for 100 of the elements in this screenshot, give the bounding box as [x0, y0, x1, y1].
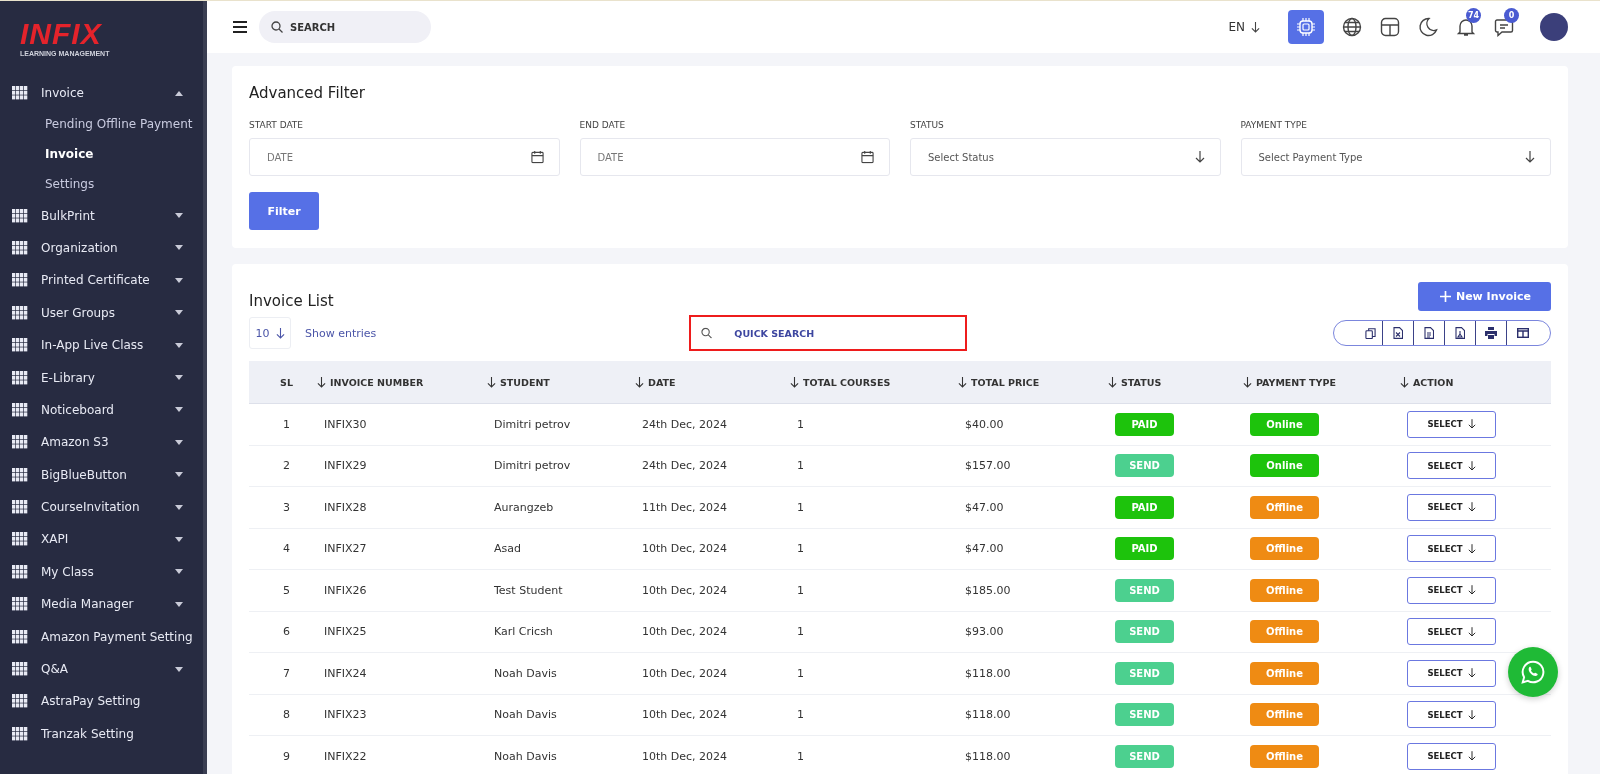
table-cell-text: Noah Davis: [494, 749, 558, 763]
table-cell-text: 10th Dec, 2024: [642, 583, 729, 597]
user-avatar[interactable]: [1540, 13, 1568, 41]
down-arrow-icon: [1467, 460, 1476, 471]
quick-search-field[interactable]: QUICK SEARCH: [689, 315, 968, 351]
sidebar-item[interactable]: AstraPay Setting: [0, 685, 203, 718]
caret-icon[interactable]: [175, 342, 183, 348]
date-field[interactable]: DATE: [249, 138, 560, 176]
action-select-button[interactable]: SELECT: [1407, 659, 1496, 687]
field-label: PAYMENT TYPE: [1240, 120, 1308, 130]
sidebar-item[interactable]: Organization: [0, 231, 203, 265]
table-cell-text: Dimitri petrov: [494, 459, 572, 473]
action-select-button[interactable]: SELECT: [1407, 576, 1496, 604]
chat-icon[interactable]: [1494, 17, 1514, 37]
moon-icon[interactable]: [1418, 17, 1438, 37]
table-cell-text: $47.00: [965, 500, 1005, 514]
action-select-button[interactable]: SELECT: [1407, 618, 1496, 646]
sidebar-item[interactable]: E-Library: [0, 361, 203, 394]
sidebar-item[interactable]: Printed Certificate: [0, 264, 203, 297]
column-header[interactable]: TOTAL PRICE: [958, 376, 1115, 388]
sidebar-item[interactable]: Invoice: [0, 77, 203, 110]
table-cell-text: $93.00: [965, 625, 1005, 639]
caret-icon[interactable]: [175, 472, 183, 478]
sidebar-item[interactable]: Tranzak Setting: [0, 717, 203, 751]
table-cell-text: Asad: [494, 542, 522, 556]
globe-icon[interactable]: [1342, 17, 1362, 37]
sidebar-item[interactable]: BigBlueButton: [0, 458, 203, 491]
table-cell-text: 8: [282, 708, 291, 722]
select-field[interactable]: Select Payment Type: [1240, 138, 1551, 176]
action-select-button[interactable]: SELECT: [1407, 452, 1496, 480]
caret-icon[interactable]: [175, 310, 183, 316]
ai-chip-button[interactable]: [1288, 10, 1324, 44]
down-arrow-icon: [1467, 502, 1476, 513]
sidebar-item[interactable]: CourseInvitation: [0, 490, 203, 524]
table-cell-text: 1: [797, 749, 805, 763]
column-header[interactable]: DATE: [635, 376, 797, 388]
action-select-button[interactable]: SELECT: [1407, 535, 1496, 563]
sort-arrow-icon: [1108, 376, 1117, 388]
sidebar-subitem[interactable]: Invoice: [0, 139, 203, 170]
new-invoice-button[interactable]: New Invoice: [1417, 282, 1551, 311]
table-cell-text: 1: [797, 666, 805, 680]
sidebar-item[interactable]: XAPI: [0, 523, 203, 556]
menu-icon[interactable]: [233, 21, 247, 33]
payment-type-badge: Offline: [1250, 620, 1319, 644]
table-cell-text: Noah Davis: [494, 708, 558, 722]
action-select-button[interactable]: SELECT: [1407, 410, 1496, 438]
caret-icon[interactable]: [175, 375, 183, 381]
sort-arrow-icon: [487, 376, 496, 388]
card-title: Advanced Filter: [249, 84, 366, 102]
action-select-button[interactable]: SELECT: [1407, 701, 1496, 729]
field-label: END DATE: [579, 120, 627, 130]
column-header[interactable]: STUDENT: [487, 376, 642, 388]
caret-icon[interactable]: [175, 213, 183, 219]
action-select-button[interactable]: SELECT: [1407, 493, 1496, 521]
table-cell-text: 24th Dec, 2024: [642, 459, 729, 473]
sidebar-item[interactable]: Q&A: [0, 652, 203, 686]
layout-icon[interactable]: [1380, 17, 1400, 37]
sort-arrow-icon: [1400, 376, 1409, 388]
status-badge: SEND: [1115, 620, 1174, 644]
table-cell-text: 10th Dec, 2024: [642, 542, 729, 556]
page-size-select[interactable]: 10: [249, 317, 291, 349]
caret-icon[interactable]: [175, 601, 183, 607]
column-header[interactable]: STATUS: [1108, 376, 1250, 388]
language-selector[interactable]: EN: [1228, 20, 1260, 34]
action-select-button[interactable]: SELECT: [1407, 742, 1496, 770]
caret-icon[interactable]: [175, 569, 183, 575]
caret-icon[interactable]: [175, 90, 183, 96]
sidebar-item[interactable]: BulkPrint: [0, 199, 203, 232]
sidebar-item[interactable]: Noticeboard: [0, 393, 203, 427]
caret-icon[interactable]: [175, 245, 183, 251]
caret-icon[interactable]: [175, 439, 183, 445]
caret-icon[interactable]: [175, 666, 183, 672]
field-label: STATUS: [910, 120, 945, 130]
search-field[interactable]: SEARCH: [259, 11, 431, 43]
column-header[interactable]: TOTAL COURSES: [790, 376, 965, 388]
phone-bubble-icon: [1520, 659, 1546, 685]
filter-button[interactable]: Filter: [249, 192, 319, 230]
caret-icon[interactable]: [175, 504, 183, 510]
sidebar-subitem[interactable]: Settings: [0, 169, 203, 200]
sidebar-item[interactable]: Media Manager: [0, 588, 203, 621]
select-field[interactable]: Select Status: [910, 138, 1221, 176]
payment-type-badge: Offline: [1250, 703, 1319, 727]
payment-type-badge: Online: [1250, 454, 1319, 478]
caret-icon[interactable]: [175, 407, 183, 413]
sidebar-item[interactable]: Amazon S3: [0, 426, 203, 459]
caret-icon[interactable]: [175, 277, 183, 283]
table-cell-text: $40.00: [965, 417, 1005, 431]
grid-icon: [12, 597, 28, 612]
sidebar-item[interactable]: User Groups: [0, 296, 203, 329]
column-header[interactable]: PAYMENT TYPE: [1243, 376, 1407, 388]
sidebar-item[interactable]: Amazon Payment Setting: [0, 620, 203, 653]
caret-icon[interactable]: [175, 537, 183, 542]
date-field[interactable]: DATE: [579, 138, 890, 176]
down-arrow-icon: [1525, 151, 1535, 163]
column-header[interactable]: INVOICE NUMBER: [317, 376, 494, 388]
sidebar-item[interactable]: My Class: [0, 555, 203, 589]
sidebar-subitem[interactable]: Pending Offline Payment: [0, 109, 203, 140]
sidebar-item[interactable]: In-App Live Class: [0, 328, 203, 362]
bell-icon[interactable]: [1456, 17, 1476, 37]
grid-icon: [12, 402, 28, 417]
